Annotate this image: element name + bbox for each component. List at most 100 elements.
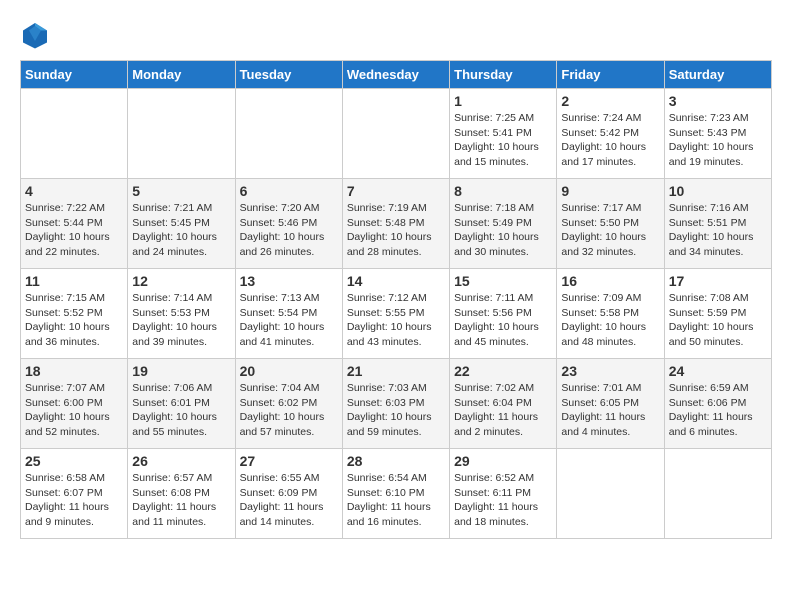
- calendar-cell: [557, 449, 664, 539]
- calendar-cell: 28 Sunrise: 6:54 AM Sunset: 6:10 PM Dayli…: [342, 449, 449, 539]
- day-info: Sunrise: 7:07 AM Sunset: 6:00 PM Dayligh…: [25, 381, 123, 440]
- day-info: Sunrise: 6:54 AM Sunset: 6:10 PM Dayligh…: [347, 471, 445, 530]
- day-info: Sunrise: 7:17 AM Sunset: 5:50 PM Dayligh…: [561, 201, 659, 260]
- calendar-cell: 8 Sunrise: 7:18 AM Sunset: 5:49 PM Daylig…: [450, 179, 557, 269]
- calendar-cell: 14 Sunrise: 7:12 AM Sunset: 5:55 PM Dayli…: [342, 269, 449, 359]
- day-number: 6: [240, 183, 338, 199]
- calendar-cell: [664, 449, 771, 539]
- day-info: Sunrise: 7:24 AM Sunset: 5:42 PM Dayligh…: [561, 111, 659, 170]
- day-number: 4: [25, 183, 123, 199]
- day-info: Sunrise: 7:20 AM Sunset: 5:46 PM Dayligh…: [240, 201, 338, 260]
- header-monday: Monday: [128, 61, 235, 89]
- day-info: Sunrise: 7:12 AM Sunset: 5:55 PM Dayligh…: [347, 291, 445, 350]
- calendar-cell: 15 Sunrise: 7:11 AM Sunset: 5:56 PM Dayli…: [450, 269, 557, 359]
- day-number: 27: [240, 453, 338, 469]
- day-info: Sunrise: 7:08 AM Sunset: 5:59 PM Dayligh…: [669, 291, 767, 350]
- day-number: 20: [240, 363, 338, 379]
- day-info: Sunrise: 7:21 AM Sunset: 5:45 PM Dayligh…: [132, 201, 230, 260]
- day-number: 3: [669, 93, 767, 109]
- calendar-week-4: 18 Sunrise: 7:07 AM Sunset: 6:00 PM Dayli…: [21, 359, 772, 449]
- day-number: 10: [669, 183, 767, 199]
- calendar-cell: 21 Sunrise: 7:03 AM Sunset: 6:03 PM Dayli…: [342, 359, 449, 449]
- header-sunday: Sunday: [21, 61, 128, 89]
- calendar-cell: 1Sunrise: 7:25 AM Sunset: 5:41 PM Daylig…: [450, 89, 557, 179]
- page-header: [20, 20, 772, 50]
- day-number: 21: [347, 363, 445, 379]
- day-info: Sunrise: 7:15 AM Sunset: 5:52 PM Dayligh…: [25, 291, 123, 350]
- calendar-week-1: 1Sunrise: 7:25 AM Sunset: 5:41 PM Daylig…: [21, 89, 772, 179]
- day-info: Sunrise: 7:22 AM Sunset: 5:44 PM Dayligh…: [25, 201, 123, 260]
- day-number: 23: [561, 363, 659, 379]
- calendar-cell: 22 Sunrise: 7:02 AM Sunset: 6:04 PM Dayli…: [450, 359, 557, 449]
- calendar-cell: 18 Sunrise: 7:07 AM Sunset: 6:00 PM Dayli…: [21, 359, 128, 449]
- header-saturday: Saturday: [664, 61, 771, 89]
- calendar-week-5: 25 Sunrise: 6:58 AM Sunset: 6:07 PM Dayli…: [21, 449, 772, 539]
- day-number: 14: [347, 273, 445, 289]
- calendar-cell: 20 Sunrise: 7:04 AM Sunset: 6:02 PM Dayli…: [235, 359, 342, 449]
- calendar-cell: 27 Sunrise: 6:55 AM Sunset: 6:09 PM Dayli…: [235, 449, 342, 539]
- day-number: 19: [132, 363, 230, 379]
- logo-icon: [20, 20, 50, 50]
- day-number: 28: [347, 453, 445, 469]
- day-info: Sunrise: 6:55 AM Sunset: 6:09 PM Dayligh…: [240, 471, 338, 530]
- calendar-cell: [342, 89, 449, 179]
- day-info: Sunrise: 7:14 AM Sunset: 5:53 PM Dayligh…: [132, 291, 230, 350]
- calendar-cell: 6 Sunrise: 7:20 AM Sunset: 5:46 PM Daylig…: [235, 179, 342, 269]
- day-number: 25: [25, 453, 123, 469]
- calendar-cell: [235, 89, 342, 179]
- calendar-cell: 23 Sunrise: 7:01 AM Sunset: 6:05 PM Dayli…: [557, 359, 664, 449]
- day-info: Sunrise: 7:23 AM Sunset: 5:43 PM Dayligh…: [669, 111, 767, 170]
- day-number: 12: [132, 273, 230, 289]
- day-info: Sunrise: 7:04 AM Sunset: 6:02 PM Dayligh…: [240, 381, 338, 440]
- calendar-week-2: 4 Sunrise: 7:22 AM Sunset: 5:44 PM Daylig…: [21, 179, 772, 269]
- calendar-cell: 25 Sunrise: 6:58 AM Sunset: 6:07 PM Dayli…: [21, 449, 128, 539]
- calendar-cell: 7Sunrise: 7:19 AM Sunset: 5:48 PM Daylig…: [342, 179, 449, 269]
- day-info: Sunrise: 7:11 AM Sunset: 5:56 PM Dayligh…: [454, 291, 552, 350]
- day-number: 16: [561, 273, 659, 289]
- day-number: 5: [132, 183, 230, 199]
- day-info: Sunrise: 7:13 AM Sunset: 5:54 PM Dayligh…: [240, 291, 338, 350]
- day-number: 17: [669, 273, 767, 289]
- day-info: Sunrise: 7:02 AM Sunset: 6:04 PM Dayligh…: [454, 381, 552, 440]
- day-number: 7: [347, 183, 445, 199]
- calendar-cell: 26 Sunrise: 6:57 AM Sunset: 6:08 PM Dayli…: [128, 449, 235, 539]
- day-number: 18: [25, 363, 123, 379]
- calendar-week-3: 11 Sunrise: 7:15 AM Sunset: 5:52 PM Dayli…: [21, 269, 772, 359]
- day-number: 22: [454, 363, 552, 379]
- day-number: 8: [454, 183, 552, 199]
- calendar-cell: 29Sunrise: 6:52 AM Sunset: 6:11 PM Dayli…: [450, 449, 557, 539]
- header-thursday: Thursday: [450, 61, 557, 89]
- header-wednesday: Wednesday: [342, 61, 449, 89]
- day-info: Sunrise: 7:06 AM Sunset: 6:01 PM Dayligh…: [132, 381, 230, 440]
- day-number: 2: [561, 93, 659, 109]
- calendar-cell: 4 Sunrise: 7:22 AM Sunset: 5:44 PM Daylig…: [21, 179, 128, 269]
- day-info: Sunrise: 6:58 AM Sunset: 6:07 PM Dayligh…: [25, 471, 123, 530]
- calendar-table: SundayMondayTuesdayWednesdayThursdayFrid…: [20, 60, 772, 539]
- calendar-header-row: SundayMondayTuesdayWednesdayThursdayFrid…: [21, 61, 772, 89]
- calendar-cell: [128, 89, 235, 179]
- day-number: 26: [132, 453, 230, 469]
- calendar-cell: 19 Sunrise: 7:06 AM Sunset: 6:01 PM Dayli…: [128, 359, 235, 449]
- day-number: 11: [25, 273, 123, 289]
- header-tuesday: Tuesday: [235, 61, 342, 89]
- calendar-cell: 13 Sunrise: 7:13 AM Sunset: 5:54 PM Dayli…: [235, 269, 342, 359]
- day-number: 13: [240, 273, 338, 289]
- calendar-cell: [21, 89, 128, 179]
- day-info: Sunrise: 7:01 AM Sunset: 6:05 PM Dayligh…: [561, 381, 659, 440]
- day-info: Sunrise: 6:59 AM Sunset: 6:06 PM Dayligh…: [669, 381, 767, 440]
- day-info: Sunrise: 7:09 AM Sunset: 5:58 PM Dayligh…: [561, 291, 659, 350]
- day-number: 15: [454, 273, 552, 289]
- calendar-cell: 12 Sunrise: 7:14 AM Sunset: 5:53 PM Dayli…: [128, 269, 235, 359]
- calendar-cell: 10Sunrise: 7:16 AM Sunset: 5:51 PM Dayli…: [664, 179, 771, 269]
- calendar-cell: 5 Sunrise: 7:21 AM Sunset: 5:45 PM Daylig…: [128, 179, 235, 269]
- calendar-cell: 9Sunrise: 7:17 AM Sunset: 5:50 PM Daylig…: [557, 179, 664, 269]
- calendar-cell: 3 Sunrise: 7:23 AM Sunset: 5:43 PM Daylig…: [664, 89, 771, 179]
- day-info: Sunrise: 6:52 AM Sunset: 6:11 PM Dayligh…: [454, 471, 552, 530]
- day-info: Sunrise: 7:18 AM Sunset: 5:49 PM Dayligh…: [454, 201, 552, 260]
- day-info: Sunrise: 7:03 AM Sunset: 6:03 PM Dayligh…: [347, 381, 445, 440]
- calendar-cell: 11 Sunrise: 7:15 AM Sunset: 5:52 PM Dayli…: [21, 269, 128, 359]
- day-info: Sunrise: 6:57 AM Sunset: 6:08 PM Dayligh…: [132, 471, 230, 530]
- header-friday: Friday: [557, 61, 664, 89]
- logo: [20, 20, 54, 50]
- calendar-cell: 17 Sunrise: 7:08 AM Sunset: 5:59 PM Dayli…: [664, 269, 771, 359]
